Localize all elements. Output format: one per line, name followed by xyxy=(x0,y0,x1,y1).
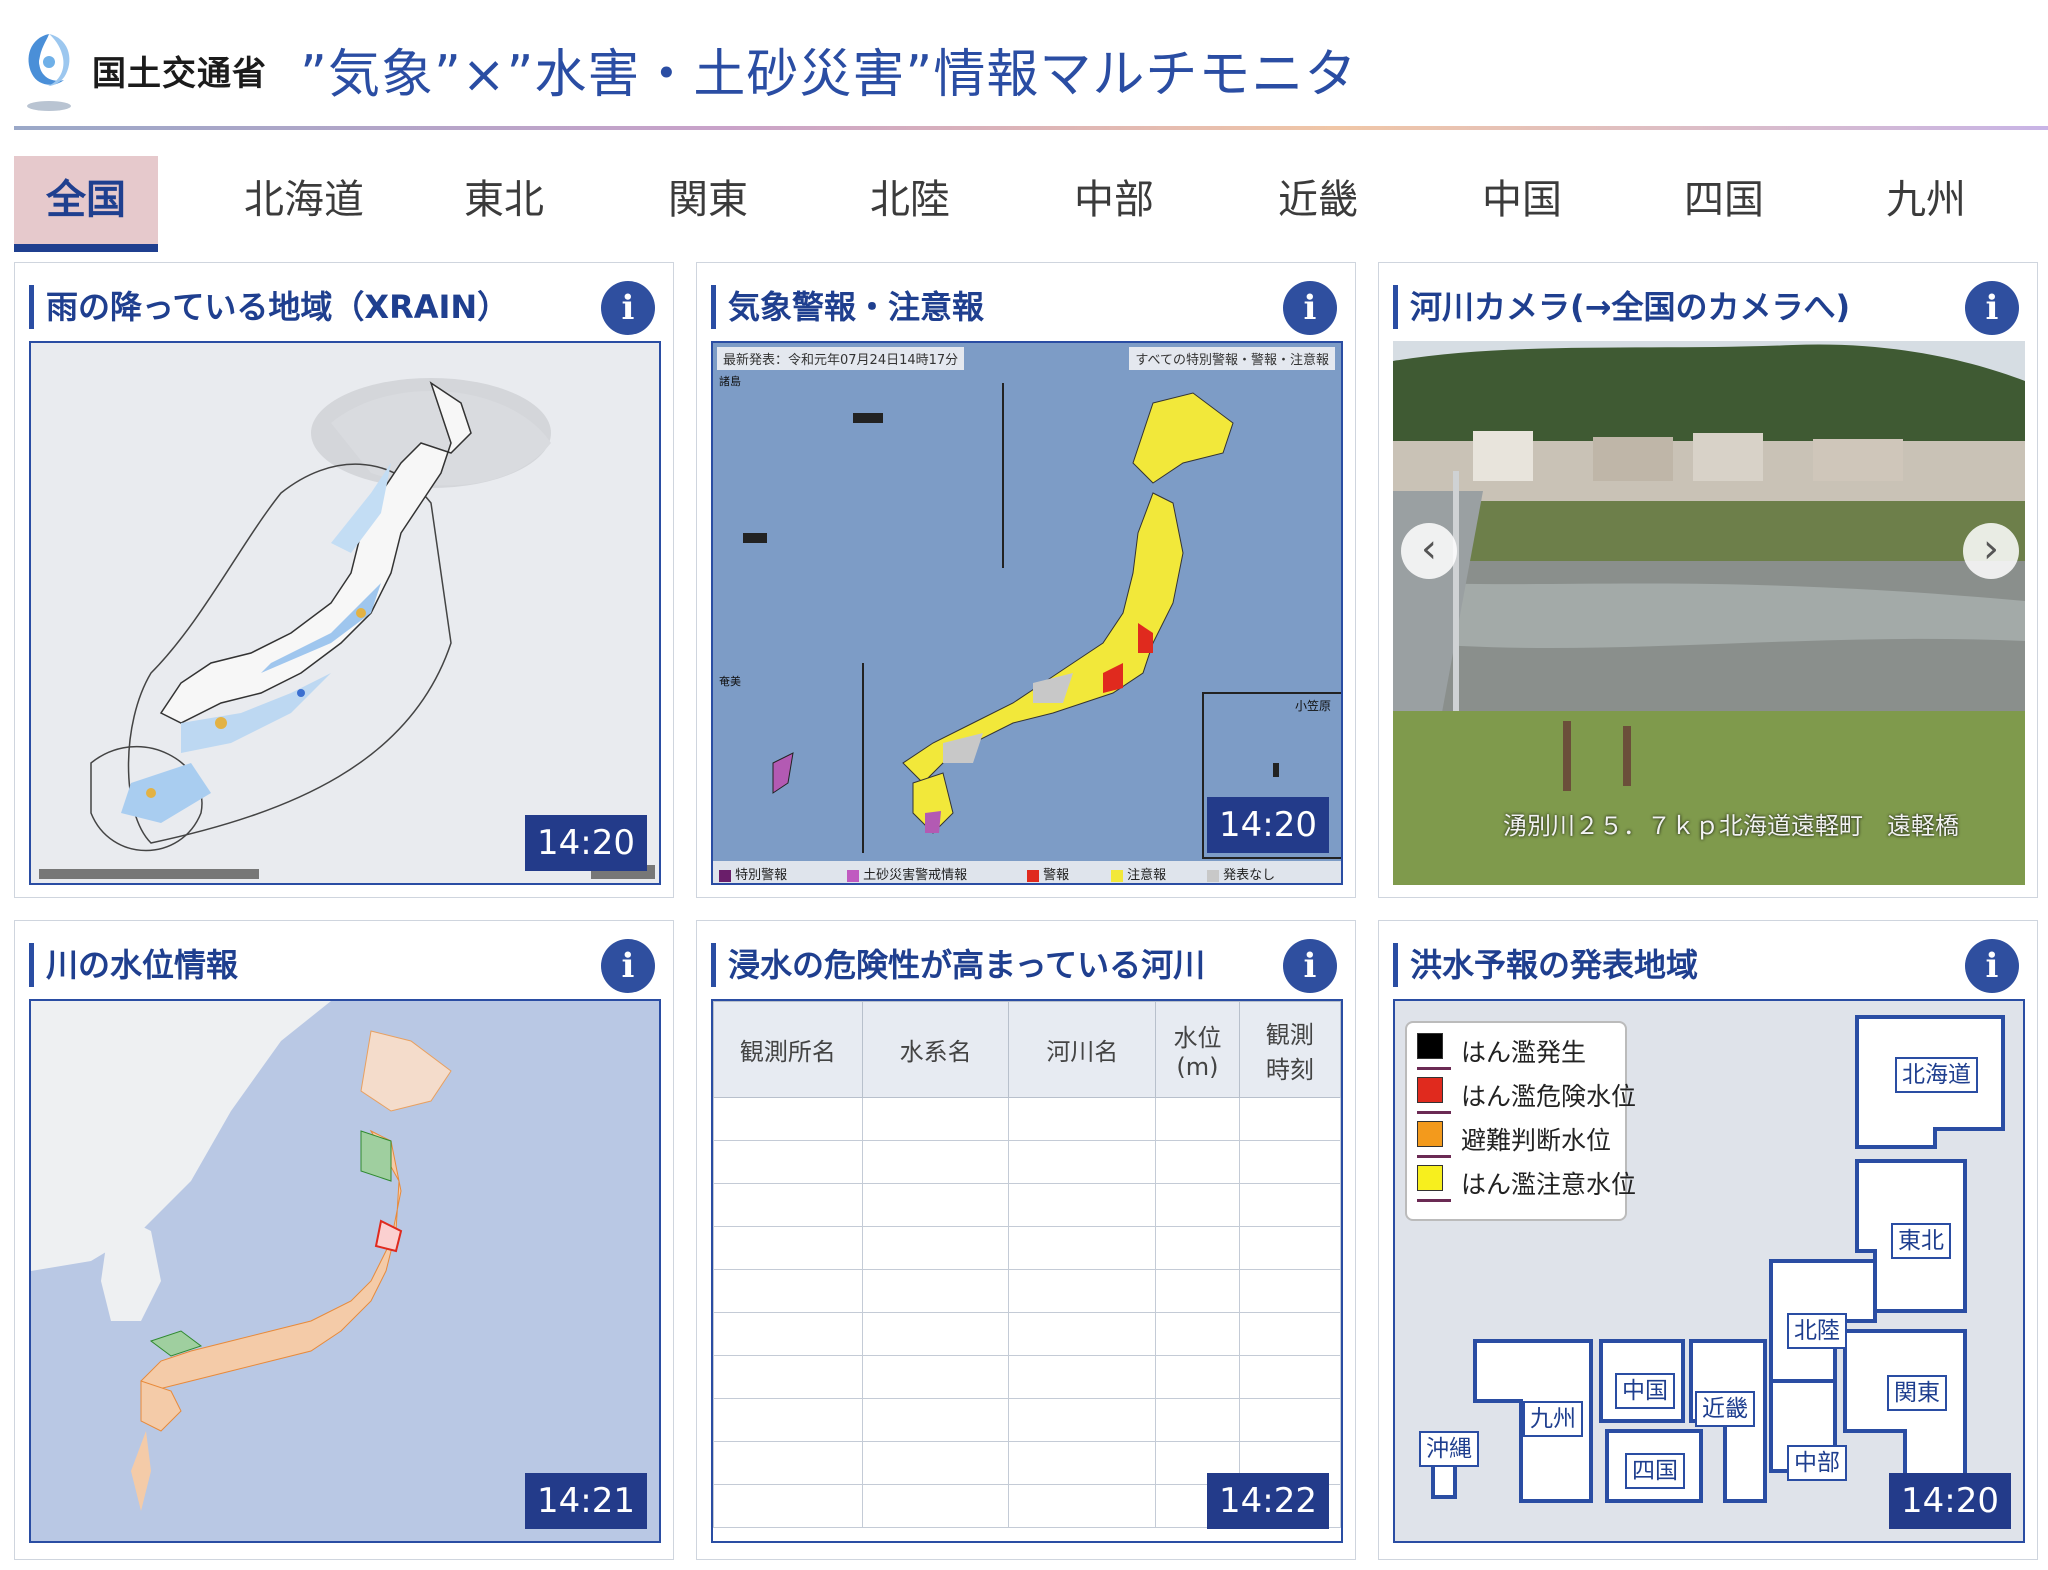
camera-image[interactable]: 湧別川２５．７ｋｐ北海道遠軽町 遠軽橋 xyxy=(1393,341,2025,885)
region-tabs: 全国 北海道 東北 関東 北陸 中部 近畿 中国 四国 九州 xyxy=(14,156,2034,252)
water-level-time-badge: 14:21 xyxy=(525,1473,647,1529)
water-level-map-graphic xyxy=(31,1001,452,1511)
region-okinawa[interactable]: 沖縄 xyxy=(1419,1431,1479,1467)
region-shikoku[interactable]: 四国 xyxy=(1625,1453,1685,1489)
warnings-map[interactable]: 最新発表：令和元年07月24日14時17分 すべての特別警報・警報・注意報 諸島… xyxy=(711,341,1343,885)
table-row xyxy=(713,1140,1341,1184)
column-header-river: 河川名 xyxy=(1008,1001,1157,1098)
rain-time-badge: 14:20 xyxy=(525,815,647,871)
tab-chugoku[interactable]: 中国 xyxy=(1442,156,1602,252)
flood-risk-table: 観測所名 水系名 河川名 水位 (m) 観測 時刻 xyxy=(713,1001,1341,1528)
warnings-map-header-right: すべての特別警報・警報・注意報 xyxy=(1129,347,1335,370)
tab-zenkoku[interactable]: 全国 xyxy=(14,156,158,252)
tab-shikoku[interactable]: 四国 xyxy=(1644,156,1804,252)
water-level-map[interactable]: 14:21 xyxy=(29,999,661,1543)
tab-hokuriku[interactable]: 北陸 xyxy=(830,156,990,252)
warnings-map-label-south: 奄美 xyxy=(719,675,741,688)
site-header: 国土交通省 ”気象”×”水害・土砂災害”情報マルチモニタ xyxy=(0,0,2048,130)
warnings-time-badge: 14:20 xyxy=(1207,797,1329,853)
region-hokuriku[interactable]: 北陸 xyxy=(1787,1313,1847,1349)
page-title: ”気象”×”水害・土砂災害”情報マルチモニタ xyxy=(300,45,1358,105)
flood-forecast-info-icon[interactable]: i xyxy=(1965,939,2019,993)
region-hokkaido[interactable]: 北海道 xyxy=(1895,1057,1978,1093)
rain-map[interactable]: 14:20 xyxy=(29,341,661,885)
table-row xyxy=(713,1097,1341,1141)
rain-panel: 雨の降っている地域（XRAIN） i 14:20 xyxy=(14,262,674,898)
flood-risk-panel-title[interactable]: 浸水の危険性が高まっている河川 xyxy=(711,943,1205,987)
chevron-right-icon: › xyxy=(1983,526,1999,572)
camera-info-icon[interactable]: i xyxy=(1965,281,2019,335)
warnings-legend-special: 特別警報 xyxy=(735,868,788,883)
ministry-name: 国土交通省 xyxy=(92,54,267,94)
tab-kanto[interactable]: 関東 xyxy=(628,156,788,252)
table-row xyxy=(713,1226,1341,1270)
chevron-left-icon: ‹ xyxy=(1421,526,1437,572)
warnings-info-icon[interactable]: i xyxy=(1283,281,1337,335)
tab-hokkaido[interactable]: 北海道 xyxy=(210,156,398,252)
tab-chubu[interactable]: 中部 xyxy=(1034,156,1194,252)
mlit-logo-icon xyxy=(27,34,71,111)
table-row xyxy=(713,1355,1341,1399)
rain-info-icon[interactable]: i xyxy=(601,281,655,335)
tab-kyushu[interactable]: 九州 xyxy=(1846,156,2006,252)
flood-forecast-panel-title[interactable]: 洪水予報の発表地域 xyxy=(1393,943,1698,987)
warnings-map-label-north: 諸島 xyxy=(719,375,741,388)
warnings-legend: 特別警報 土砂災害警戒情報 警報 注意報 発表なし xyxy=(713,861,1341,883)
column-header-observed-time: 観測 時刻 xyxy=(1238,1001,1341,1098)
warnings-legend-none: 発表なし xyxy=(1223,868,1276,883)
tab-kinki[interactable]: 近畿 xyxy=(1238,156,1398,252)
flood-forecast-time-badge: 14:20 xyxy=(1889,1473,2011,1529)
warnings-map-header-left: 最新発表：令和元年07月24日14時17分 xyxy=(717,347,965,370)
rain-map-graphic xyxy=(39,378,655,879)
camera-caption: 湧別川２５．７ｋｐ北海道遠軽町 遠軽橋 xyxy=(1503,812,1959,840)
flood-risk-info-icon[interactable]: i xyxy=(1283,939,1337,993)
flood-risk-table-container: 観測所名 水系名 河川名 水位 (m) 観測 時刻 14:22 xyxy=(711,999,1343,1543)
warnings-panel-title[interactable]: 気象警報・注意報 xyxy=(711,285,984,329)
region-kinki[interactable]: 近畿 xyxy=(1695,1391,1755,1427)
region-tohoku[interactable]: 東北 xyxy=(1891,1223,1951,1259)
column-header-station: 観測所名 xyxy=(713,1001,863,1098)
tab-tohoku[interactable]: 東北 xyxy=(424,156,584,252)
table-row xyxy=(713,1398,1341,1442)
table-row xyxy=(713,1183,1341,1227)
region-chubu[interactable]: 中部 xyxy=(1787,1445,1847,1481)
camera-image-graphic xyxy=(1393,341,2025,885)
rain-panel-title[interactable]: 雨の降っている地域（XRAIN） xyxy=(29,285,509,329)
camera-panel-title[interactable]: 河川カメラ(→全国のカメラへ) xyxy=(1393,285,1850,329)
table-row xyxy=(713,1312,1341,1356)
region-chugoku[interactable]: 中国 xyxy=(1615,1373,1675,1409)
header-divider xyxy=(14,126,2048,130)
warnings-legend-advisory: 注意報 xyxy=(1127,868,1167,883)
water-level-info-icon[interactable]: i xyxy=(601,939,655,993)
water-level-panel-title[interactable]: 川の水位情報 xyxy=(29,943,238,987)
water-level-panel: 川の水位情報 i 14:21 xyxy=(14,920,674,1560)
column-header-water-system: 水系名 xyxy=(861,1001,1010,1098)
column-header-water-level: 水位 (m) xyxy=(1155,1001,1240,1098)
table-row xyxy=(713,1269,1341,1313)
flood-risk-time-badge: 14:22 xyxy=(1207,1473,1329,1529)
camera-panel: 河川カメラ(→全国のカメラへ) i 湧別川２５．７ｋｐ北海道遠軽町 遠軽橋 ‹ … xyxy=(1378,262,2038,898)
camera-prev-button[interactable]: ‹ xyxy=(1401,523,1457,579)
flood-risk-panel: 浸水の危険性が高まっている河川 i 観測所名 水系名 河川名 水位 (m) 観測… xyxy=(696,920,1356,1560)
flood-forecast-map[interactable]: はん濫発生 はん濫危険水位 避難判断水位 はん濫注意水位 北海道 東北 北陸 関… xyxy=(1393,999,2025,1543)
region-kyushu[interactable]: 九州 xyxy=(1523,1401,1583,1437)
flood-forecast-panel: 洪水予報の発表地域 i はん濫発生 はん濫危険水位 避難判断水位 はん濫注意水位 xyxy=(1378,920,2038,1560)
warnings-legend-warning: 警報 xyxy=(1043,868,1070,883)
warnings-legend-landslide: 土砂災害警戒情報 xyxy=(863,868,968,883)
warnings-panel: 気象警報・注意報 i 最新発表：令和元年07月24日14時17分 すべての特別警… xyxy=(696,262,1356,898)
warnings-inset-label: 小笠原 xyxy=(1294,699,1331,713)
region-kanto[interactable]: 関東 xyxy=(1887,1375,1947,1411)
camera-next-button[interactable]: › xyxy=(1963,523,2019,579)
